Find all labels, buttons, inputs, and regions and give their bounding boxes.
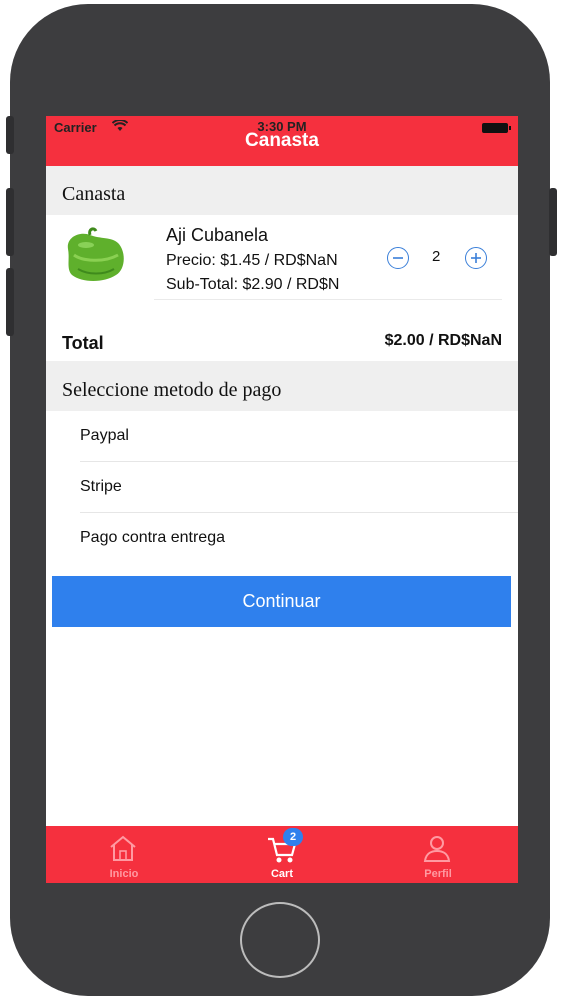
payment-option-cash-on-delivery[interactable]: Pago contra entrega — [46, 513, 518, 564]
total-value: $2.00 / RD$NaN — [384, 332, 502, 349]
plus-icon — [471, 253, 481, 263]
power-button — [549, 188, 557, 256]
tab-cart[interactable]: Cart — [222, 826, 342, 883]
decrease-quantity-button[interactable] — [387, 247, 409, 269]
cart-section-header: Canasta — [46, 166, 518, 215]
product-name: Aji Cubanela — [166, 225, 269, 245]
divider — [154, 299, 502, 300]
home-button[interactable] — [240, 902, 320, 978]
payment-option-paypal[interactable]: Paypal — [46, 411, 518, 462]
user-icon — [422, 834, 452, 869]
cart-item-row: Aji Cubanela Precio: $1.45 / RD$NaN Sub-… — [46, 215, 518, 301]
payment-option-label: Paypal — [80, 427, 129, 444]
payment-option-stripe[interactable]: Stripe — [46, 462, 518, 513]
payment-option-label: Pago contra entrega — [80, 529, 225, 546]
home-icon — [108, 834, 138, 867]
tab-bar: Inicio Cart 2 Perfil — [46, 826, 518, 883]
cart-badge: 2 — [283, 828, 303, 846]
tab-perfil[interactable]: Perfil — [378, 826, 498, 883]
app-screen: Carrier 3:30 PM Canasta Canasta Aji Cuba… — [46, 116, 518, 883]
tab-label: Perfil — [424, 868, 452, 880]
tab-label: Cart — [270, 868, 293, 880]
increase-quantity-button[interactable] — [465, 247, 487, 269]
navigation-bar: Carrier 3:30 PM Canasta — [46, 116, 518, 166]
payment-section-header: Seleccione metodo de pago — [46, 361, 518, 411]
cart-section-title: Canasta — [62, 183, 126, 205]
quantity-value: 2 — [432, 248, 441, 265]
volume-down-button — [6, 268, 14, 336]
minus-icon — [393, 257, 403, 259]
volume-up-button — [6, 188, 14, 256]
product-image — [60, 225, 130, 287]
payment-option-label: Stripe — [80, 478, 122, 495]
product-subtotal: Sub-Total: $2.90 / RD$N — [166, 276, 340, 293]
total-label: Total — [62, 333, 104, 353]
product-price: Precio: $1.45 / RD$NaN — [166, 252, 338, 269]
page-title: Canasta — [245, 130, 319, 151]
tab-label: Inicio — [109, 868, 139, 880]
mute-switch — [6, 116, 14, 154]
tab-inicio[interactable]: Inicio — [64, 826, 184, 883]
payment-section-title: Seleccione metodo de pago — [62, 379, 282, 401]
continue-button[interactable]: Continuar — [52, 576, 511, 627]
